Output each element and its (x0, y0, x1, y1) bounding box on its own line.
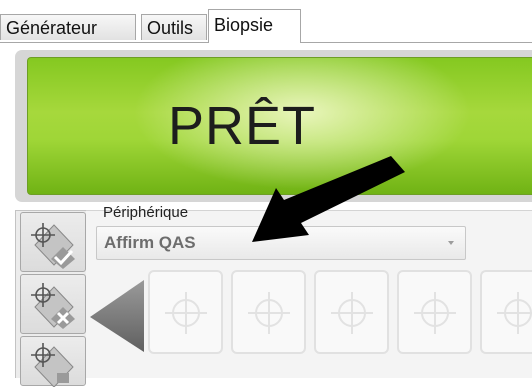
pointer-arrow-icon (252, 156, 405, 242)
tab-biopsie[interactable]: Biopsie (208, 9, 301, 43)
